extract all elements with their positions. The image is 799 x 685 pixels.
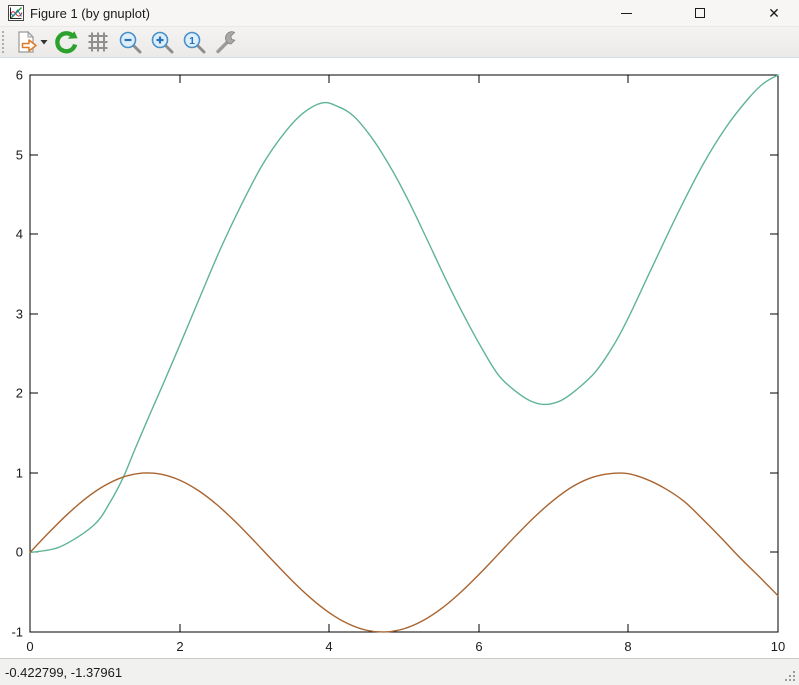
x-tick-label: 10 [771, 639, 785, 654]
x-tick-label: 0 [26, 639, 33, 654]
export-plot-button[interactable] [11, 28, 41, 56]
y-tick-label: -1 [11, 625, 23, 640]
y-tick-label: 4 [16, 227, 23, 242]
gnuplot-figure-window: Figure 1 (by gnuplot) ✕ [0, 0, 799, 685]
gnuplot-app-icon [8, 5, 24, 21]
plot-canvas[interactable]: 0246810-10123456 [0, 58, 799, 658]
maximize-icon [695, 8, 705, 18]
curve-rising-oscillation-path [30, 75, 778, 552]
x-tick-label: 4 [325, 639, 332, 654]
minimize-button[interactable] [603, 0, 649, 26]
grid-icon [86, 30, 110, 54]
statusbar: -0.422799, -1.37961 [0, 658, 799, 685]
refresh-icon [53, 29, 79, 55]
magnifier-one-icon: 1 [181, 29, 207, 55]
sine-curve-path [30, 473, 778, 632]
toolbar: 1 [0, 26, 799, 58]
window-title: Figure 1 (by gnuplot) [30, 6, 150, 21]
minimize-icon [621, 13, 632, 14]
close-button[interactable]: ✕ [751, 0, 797, 26]
replot-button[interactable] [51, 28, 81, 56]
caption-buttons: ✕ [575, 0, 799, 26]
export-icon [13, 29, 39, 55]
plot-border [30, 75, 778, 632]
y-tick-label: 2 [16, 386, 23, 401]
y-tick-label: 6 [16, 68, 23, 83]
toggle-grid-button[interactable] [83, 28, 113, 56]
wrench-icon [213, 29, 239, 55]
options-button[interactable] [211, 28, 241, 56]
toolbar-grip[interactable] [2, 31, 7, 53]
x-tick-label: 6 [475, 639, 482, 654]
magnifier-plus-icon [149, 29, 175, 55]
magnifier-minus-icon [117, 29, 143, 55]
titlebar[interactable]: Figure 1 (by gnuplot) ✕ [0, 0, 799, 26]
maximize-button[interactable] [677, 0, 723, 26]
mouse-coordinates: -0.422799, -1.37961 [5, 665, 122, 680]
x-tick-label: 2 [176, 639, 183, 654]
zoom-in-button[interactable] [147, 28, 177, 56]
y-tick-label: 5 [16, 148, 23, 163]
zoom-out-button[interactable] [115, 28, 145, 56]
plot-svg[interactable]: 0246810-10123456 [0, 58, 799, 658]
zoom-reset-glyph: 1 [189, 35, 195, 47]
export-dropdown-button[interactable] [39, 28, 49, 56]
zoom-reset-button[interactable]: 1 [179, 28, 209, 56]
x-tick-label: 8 [624, 639, 631, 654]
resize-grip-icon[interactable] [784, 670, 797, 683]
y-tick-label: 3 [16, 307, 23, 322]
close-icon: ✕ [768, 6, 780, 20]
chevron-down-icon [40, 39, 48, 45]
y-tick-label: 0 [16, 545, 23, 560]
y-tick-label: 1 [16, 466, 23, 481]
